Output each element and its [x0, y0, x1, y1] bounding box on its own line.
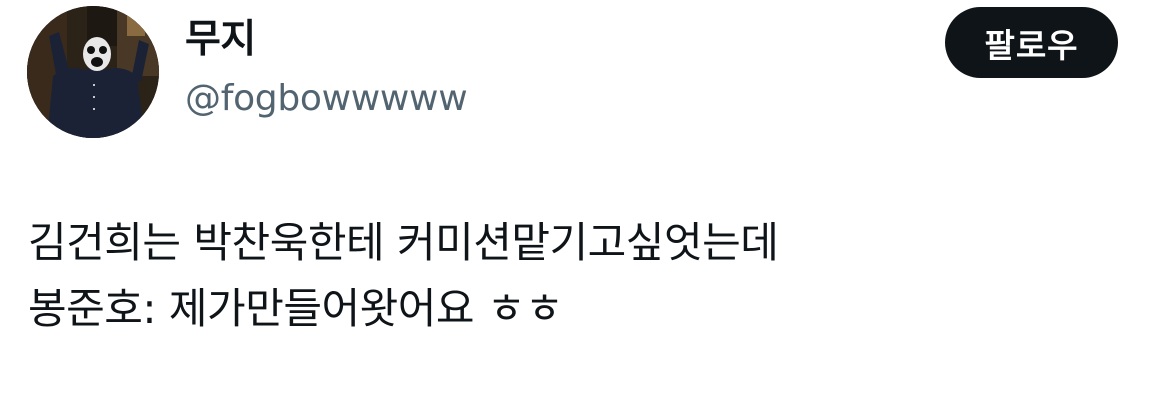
tweet-line: 봉준호: 제가만들어왓어요 ㅎㅎ: [28, 284, 564, 333]
display-name[interactable]: 무지: [185, 14, 256, 66]
avatar[interactable]: [27, 6, 159, 138]
avatar-photo: [27, 6, 159, 138]
user-handle[interactable]: @fogbowwwww: [185, 74, 468, 124]
tweet-text: 김건희는 박찬욱한테 커미션맡기고싶엇는데 봉준호: 제가만들어왓어요 ㅎㅎ: [28, 210, 1148, 342]
follow-button[interactable]: 팔로우: [945, 7, 1118, 78]
tweet-line: 김건희는 박찬욱한테 커미션맡기고싶엇는데: [28, 218, 779, 267]
